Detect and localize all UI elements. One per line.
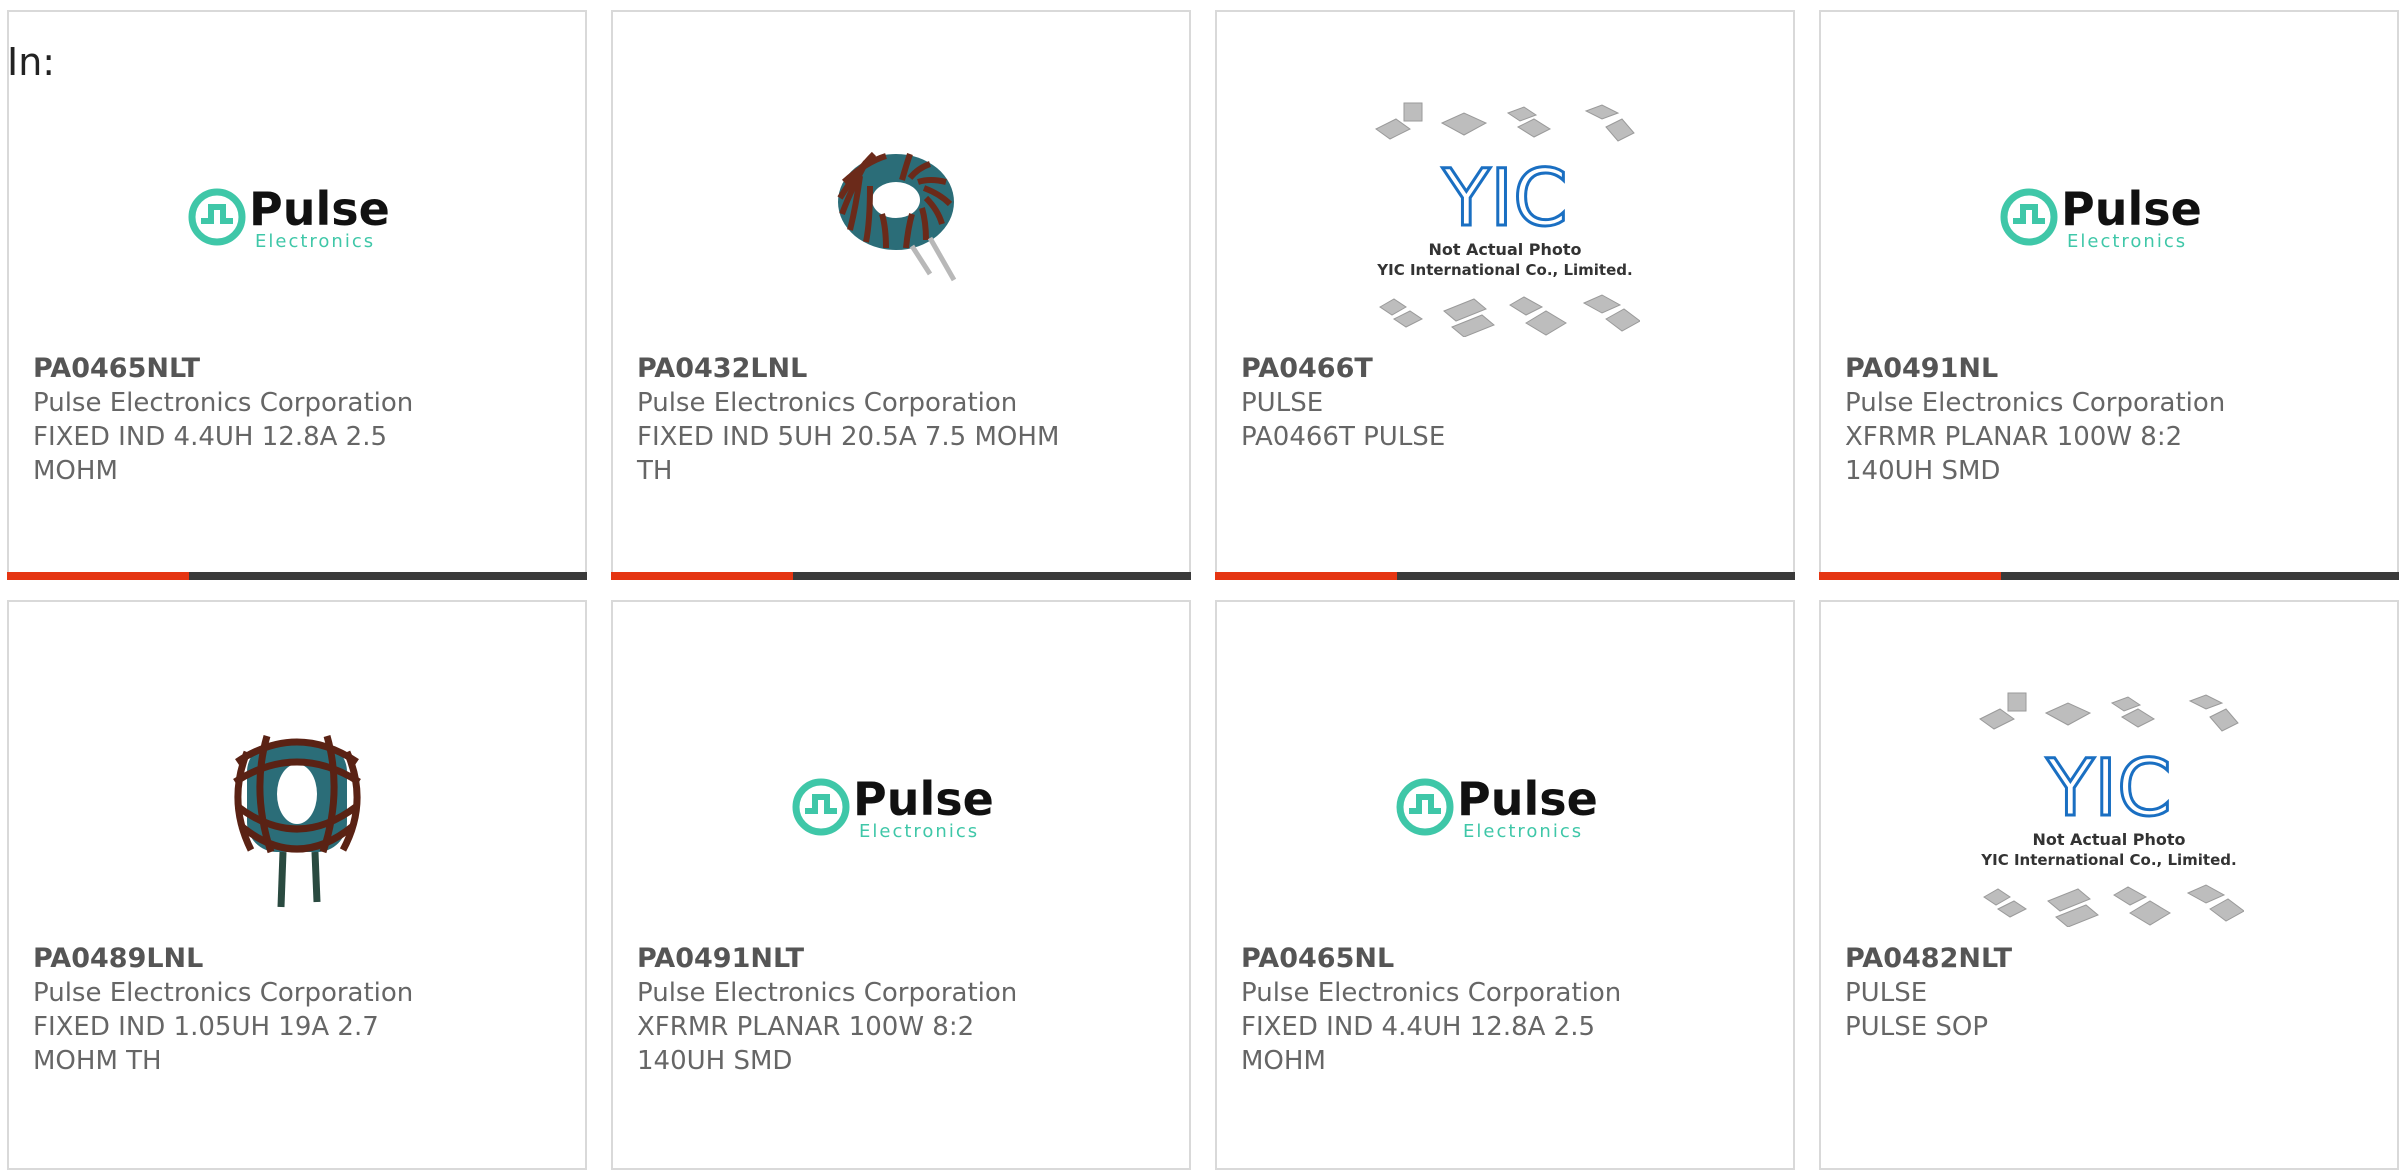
product-description: FIXED IND 4.4UH 12.8A 2.5 MOHM — [33, 422, 388, 486]
product-part-number[interactable]: PA0489LNL — [33, 942, 561, 976]
card-accent-highlight — [1215, 572, 1397, 580]
product-card[interactable]: PA0432LNL Pulse Electronics Corporation FI… — [611, 10, 1191, 580]
product-image[interactable] — [9, 682, 585, 932]
svg-text:Electronics: Electronics — [255, 231, 375, 252]
product-manufacturer: PULSE — [1845, 978, 1928, 1008]
product-info: PA0465NLT Pulse Electronics Corporation FI… — [33, 352, 561, 488]
pulse-electronics-logo: Pulse Electronics — [188, 182, 390, 252]
svg-text:Pulse: Pulse — [2061, 182, 2202, 236]
product-card[interactable]: Pulse Electronics PA0465NL Pulse Electron… — [1215, 600, 1795, 1170]
product-image[interactable]: Pulse Electronics — [9, 92, 585, 342]
toroid-inductor-photo — [837, 151, 957, 282]
product-info: PA0466T PULSE PA0466T PULSE — [1241, 352, 1769, 454]
product-info: PA0465NL Pulse Electronics Corporation FIX… — [1241, 942, 1769, 1078]
card-accent-bar — [1215, 572, 1795, 580]
product-manufacturer: Pulse Electronics Corporation — [637, 388, 1018, 418]
product-info: PA0432LNL Pulse Electronics Corporation FI… — [637, 352, 1165, 488]
svg-text:YIC International Co., Limited: YIC International Co., Limited. — [1376, 261, 1632, 279]
svg-text:YIC: YIC — [1441, 154, 1567, 244]
product-image[interactable]: Pulse Electronics — [1821, 92, 2397, 342]
product-image[interactable] — [613, 92, 1189, 342]
product-image[interactable]: Pulse Electronics — [613, 682, 1189, 932]
product-info: PA0482NLT PULSE PULSE SOP — [1845, 942, 2373, 1044]
product-info: PA0491NLT Pulse Electronics Corporation XF… — [637, 942, 1165, 1078]
product-card[interactable]: Pulse Electronics PA0491NL Pulse Electron… — [1819, 10, 2399, 580]
yic-not-actual-photo-placeholder: YIC Not Actual Photo YIC International C… — [1979, 692, 2244, 927]
product-description: PULSE SOP — [1845, 1012, 1989, 1042]
product-card[interactable]: Pulse Electronics PA0491NLT Pulse Electro… — [611, 600, 1191, 1170]
card-accent-bar — [7, 572, 587, 580]
product-part-number[interactable]: PA0482NLT — [1845, 942, 2373, 976]
product-grid: Pulse Electronics PA0465NLT Pulse Electro… — [7, 10, 2399, 1170]
product-image[interactable]: Pulse Electronics — [1217, 682, 1793, 932]
card-accent-highlight — [7, 572, 189, 580]
product-part-number[interactable]: PA0465NLT — [33, 352, 561, 386]
svg-text:Electronics: Electronics — [859, 821, 979, 842]
product-info: PA0489LNL Pulse Electronics Corporation FI… — [33, 942, 561, 1078]
svg-text:Pulse: Pulse — [249, 182, 390, 236]
card-accent-highlight — [1819, 572, 2001, 580]
product-description: FIXED IND 5UH 20.5A 7.5 MOHM TH — [637, 422, 1060, 486]
card-accent-bar — [1819, 572, 2399, 580]
product-card[interactable]: YIC Not Actual Photo YIC International C… — [1819, 600, 2399, 1170]
product-part-number[interactable]: PA0465NL — [1241, 942, 1769, 976]
product-manufacturer: PULSE — [1241, 388, 1324, 418]
product-part-number[interactable]: PA0491NLT — [637, 942, 1165, 976]
svg-text:YIC International Co., Limited: YIC International Co., Limited. — [1980, 851, 2236, 869]
product-manufacturer: Pulse Electronics Corporation — [637, 978, 1018, 1008]
product-description: XFRMR PLANAR 100W 8:2 140UH SMD — [637, 1012, 975, 1076]
product-part-number[interactable]: PA0432LNL — [637, 352, 1165, 386]
product-manufacturer: Pulse Electronics Corporation — [1241, 978, 1622, 1008]
product-info: PA0491NL Pulse Electronics Corporation XFR… — [1845, 352, 2373, 488]
svg-text:Pulse: Pulse — [853, 772, 994, 826]
product-description: FIXED IND 4.4UH 12.8A 2.5 MOHM — [1241, 1012, 1596, 1076]
svg-text:Pulse: Pulse — [1457, 772, 1598, 826]
product-image[interactable]: YIC Not Actual Photo YIC International C… — [1821, 682, 2397, 932]
product-card[interactable]: Pulse Electronics PA0465NLT Pulse Electro… — [7, 10, 587, 580]
svg-text:Electronics: Electronics — [2067, 231, 2187, 252]
toroid-inductor-vertical-photo — [233, 735, 361, 908]
product-card[interactable]: PA0489LNL Pulse Electronics Corporation FI… — [7, 600, 587, 1170]
pulse-electronics-logo: Pulse Electronics — [792, 772, 994, 842]
svg-text:Not Actual Photo: Not Actual Photo — [1428, 240, 1581, 259]
card-accent-bar — [611, 572, 1191, 580]
product-description: XFRMR PLANAR 100W 8:2 140UH SMD — [1845, 422, 2183, 486]
product-manufacturer: Pulse Electronics Corporation — [1845, 388, 2226, 418]
product-description: FIXED IND 1.05UH 19A 2.7 MOHM TH — [33, 1012, 379, 1076]
pulse-electronics-logo: Pulse Electronics — [1396, 772, 1598, 842]
svg-text:YIC: YIC — [2045, 744, 2171, 834]
yic-not-actual-photo-placeholder: YIC Not Actual Photo YIC International C… — [1375, 102, 1640, 337]
product-manufacturer: Pulse Electronics Corporation — [33, 388, 414, 418]
product-description: PA0466T PULSE — [1241, 422, 1446, 452]
product-part-number[interactable]: PA0466T — [1241, 352, 1769, 386]
product-image[interactable]: YIC Not Actual Photo YIC International C… — [1217, 92, 1793, 342]
svg-text:Electronics: Electronics — [1463, 821, 1583, 842]
product-part-number[interactable]: PA0491NL — [1845, 352, 2373, 386]
svg-text:Not Actual Photo: Not Actual Photo — [2032, 830, 2185, 849]
filter-in-label: In: — [7, 40, 56, 84]
card-accent-highlight — [611, 572, 793, 580]
pulse-electronics-logo: Pulse Electronics — [2000, 182, 2202, 252]
product-manufacturer: Pulse Electronics Corporation — [33, 978, 414, 1008]
product-card[interactable]: YIC Not Actual Photo YIC International C… — [1215, 10, 1795, 580]
